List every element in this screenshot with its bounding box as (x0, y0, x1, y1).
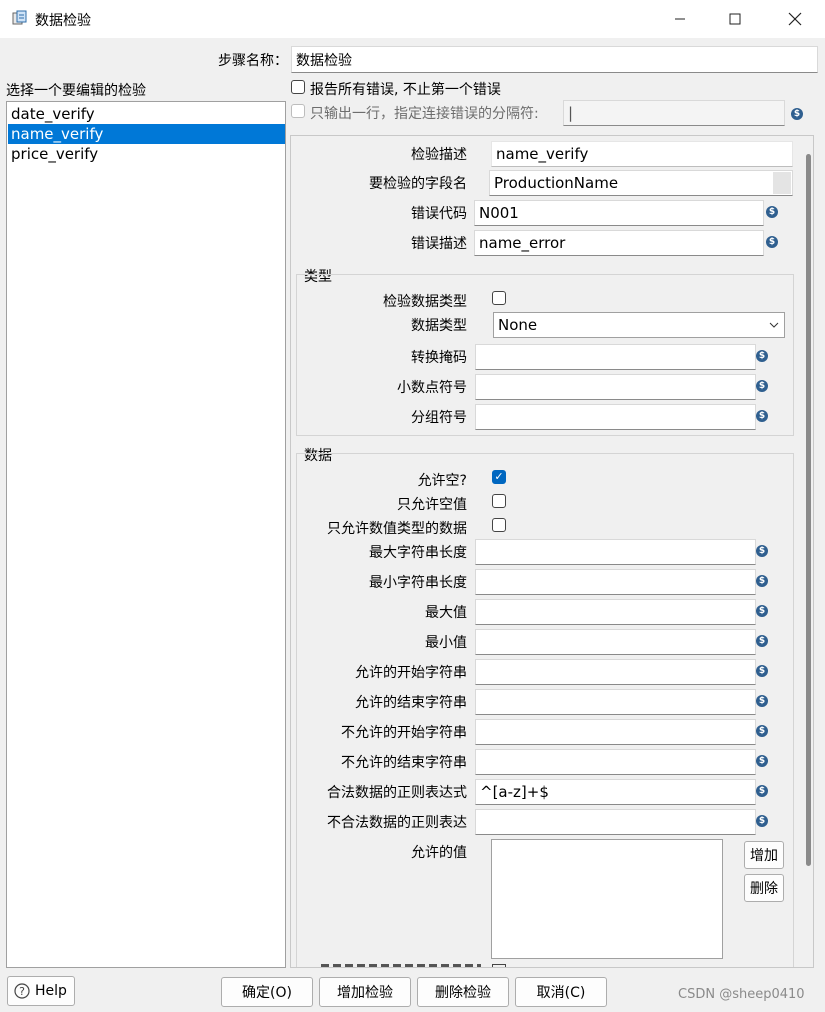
start-string-input[interactable] (475, 659, 756, 685)
validations-list-label: 选择一个要编辑的检验 (6, 83, 146, 99)
variable-icon[interactable]: $ (756, 350, 768, 362)
variable-icon[interactable]: $ (756, 545, 768, 557)
add-validation-button[interactable]: 增加检验 (319, 977, 411, 1007)
end-string-label: 允许的结束字符串 (355, 695, 467, 711)
single-row-checkbox[interactable] (291, 104, 305, 118)
description-label: 检验描述 (411, 147, 467, 163)
variable-icon[interactable]: $ (756, 695, 768, 707)
app-icon (12, 10, 27, 25)
variable-icon[interactable]: $ (756, 665, 768, 677)
only-numeric-checkbox[interactable] (492, 518, 506, 532)
report-all-errors-label: 报告所有错误, 不止第一个错误 (310, 82, 501, 98)
grouping-symbol-input[interactable] (475, 404, 756, 430)
variable-icon[interactable]: $ (791, 108, 803, 120)
list-item-selected[interactable]: name_verify (8, 124, 285, 144)
grouping-symbol-label: 分组符号 (411, 410, 467, 426)
detail-panel: 检验描述 name_verify 要检验的字段名 ProductionName … (290, 135, 814, 968)
description-input[interactable]: name_verify (491, 141, 793, 167)
single-row-label: 只输出一行，指定连接错误的分隔符: (310, 106, 539, 122)
svg-text:?: ? (19, 985, 25, 998)
variable-icon[interactable]: $ (756, 410, 768, 422)
step-name-input[interactable]: 数据检验 (291, 46, 818, 73)
conversion-mask-label: 转换掩码 (411, 350, 467, 366)
watermark: CSDN @sheep0410 (678, 987, 805, 1002)
list-item[interactable]: price_verify (8, 144, 285, 164)
not-end-label: 不允许的结束字符串 (341, 755, 467, 771)
allow-null-label: 允许空? (417, 473, 467, 489)
clipped-checkbox (492, 964, 506, 967)
close-icon (788, 12, 801, 26)
ok-button[interactable]: 确定(O) (221, 977, 313, 1007)
chevron-down-icon (769, 322, 779, 328)
list-item[interactable]: date_verify (8, 104, 285, 124)
variable-icon[interactable]: $ (756, 755, 768, 767)
variable-icon[interactable]: $ (756, 605, 768, 617)
conversion-mask-input[interactable] (475, 344, 756, 370)
validations-list[interactable]: date_verify name_verify price_verify (6, 101, 286, 968)
min-value-input[interactable] (475, 629, 756, 655)
variable-icon[interactable]: $ (756, 635, 768, 647)
min-value-label: 最小值 (425, 635, 467, 651)
allowed-values-list[interactable] (491, 839, 723, 959)
max-length-input[interactable] (475, 539, 756, 565)
help-icon: ? (14, 983, 30, 999)
field-name-dropdown-button[interactable] (773, 172, 791, 194)
minimize-button[interactable] (652, 0, 707, 38)
maximize-icon (729, 13, 740, 25)
not-regex-label: 不合法数据的正则表达 (327, 815, 467, 831)
error-code-input[interactable]: N001 (474, 200, 764, 226)
decimal-symbol-input[interactable] (475, 374, 756, 400)
max-value-label: 最大值 (425, 605, 467, 621)
regex-input[interactable]: ^[a-z]+$ (475, 779, 756, 805)
variable-icon[interactable]: $ (766, 236, 778, 248)
step-name-label: 步骤名称： (218, 53, 288, 69)
variable-icon[interactable]: $ (756, 575, 768, 587)
max-length-label: 最大字符串长度 (369, 545, 467, 561)
start-string-label: 允许的开始字符串 (355, 665, 467, 681)
data-type-select[interactable]: None (493, 312, 785, 338)
field-name-combo[interactable]: ProductionName (489, 170, 793, 196)
separator-input[interactable]: | (563, 100, 785, 126)
field-name-label: 要检验的字段名 (369, 176, 467, 192)
close-button[interactable] (767, 0, 822, 38)
not-start-input[interactable] (475, 719, 756, 745)
variable-icon[interactable]: $ (756, 380, 768, 392)
add-value-button[interactable]: 增加 (744, 841, 784, 869)
report-all-errors-checkbox[interactable] (291, 80, 305, 94)
only-null-checkbox[interactable] (492, 494, 506, 508)
cancel-button[interactable]: 取消(C) (515, 977, 607, 1007)
data-type-label: 数据类型 (411, 318, 467, 334)
variable-icon[interactable]: $ (756, 785, 768, 797)
delete-value-button[interactable]: 删除 (744, 874, 784, 902)
check-type-label: 检验数据类型 (383, 294, 467, 310)
help-button[interactable]: ? Help (7, 976, 75, 1006)
error-code-label: 错误代码 (411, 206, 467, 222)
scrollbar-thumb[interactable] (806, 154, 811, 866)
variable-icon[interactable]: $ (766, 206, 778, 218)
variable-icon[interactable]: $ (756, 725, 768, 737)
allowed-values-label: 允许的值 (411, 845, 467, 861)
allow-null-checkbox[interactable]: ✓ (492, 470, 506, 484)
variable-icon[interactable]: $ (756, 815, 768, 827)
not-start-label: 不允许的开始字符串 (341, 725, 467, 741)
not-end-input[interactable] (475, 749, 756, 775)
not-regex-input[interactable] (475, 809, 756, 835)
delete-validation-button[interactable]: 删除检验 (417, 977, 509, 1007)
error-desc-label: 错误描述 (411, 236, 467, 252)
regex-label: 合法数据的正则表达式 (327, 785, 467, 801)
min-length-label: 最小字符串长度 (369, 575, 467, 591)
end-string-input[interactable] (475, 689, 756, 715)
window-title: 数据检验 (35, 13, 91, 29)
clipped-row-text (321, 964, 481, 967)
decimal-symbol-label: 小数点符号 (397, 380, 467, 396)
help-label: Help (35, 983, 67, 999)
maximize-button[interactable] (707, 0, 762, 38)
minimize-icon (674, 18, 685, 20)
only-null-label: 只允许空值 (397, 497, 467, 513)
max-value-input[interactable] (475, 599, 756, 625)
min-length-input[interactable] (475, 569, 756, 595)
check-type-checkbox[interactable] (492, 291, 506, 305)
error-desc-input[interactable]: name_error (474, 230, 764, 256)
only-numeric-label: 只允许数值类型的数据 (327, 521, 467, 537)
